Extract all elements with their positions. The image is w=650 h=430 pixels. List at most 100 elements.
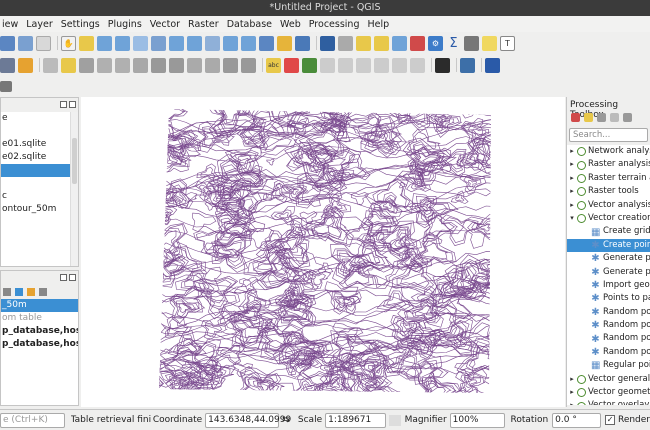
layer-row-selected[interactable]: [1, 164, 78, 177]
magnifier-field[interactable]: 100%: [449, 412, 505, 428]
label-abc-icon[interactable]: abc: [266, 57, 281, 73]
grid-plugin-icon[interactable]: [0, 81, 12, 92]
menu-database[interactable]: Database: [227, 19, 272, 30]
zoom-to-selection-icon[interactable]: [169, 35, 184, 51]
label-properties-icon[interactable]: [410, 57, 425, 73]
float-panel-icon[interactable]: [60, 274, 67, 281]
zoom-native-icon[interactable]: [205, 35, 220, 51]
toolbox-algorithm[interactable]: ✱Generate po: [567, 252, 650, 265]
statistical-summary-icon[interactable]: Σ: [446, 36, 461, 51]
identify-features-icon[interactable]: [320, 35, 335, 51]
scripts-icon[interactable]: [584, 113, 593, 122]
toolbox-group[interactable]: ▸ Vector analysis: [567, 199, 650, 212]
float-panel-icon[interactable]: [60, 101, 67, 108]
show-hide-labels-icon[interactable]: [338, 57, 353, 73]
gps-plugin-icon[interactable]: [435, 57, 450, 73]
zoom-last-icon[interactable]: [223, 35, 238, 51]
menu-settings[interactable]: Settings: [61, 19, 100, 30]
new-print-layout-icon[interactable]: [36, 35, 51, 51]
rotate-label-icon[interactable]: [374, 57, 389, 73]
locator-input[interactable]: e (Ctrl+K): [0, 412, 65, 428]
cut-features-icon[interactable]: [169, 57, 184, 73]
lock-scale-icon[interactable]: [388, 414, 401, 426]
zoom-rubberband-icon[interactable]: [133, 35, 148, 51]
toolbox-algorithm[interactable]: ✱ Import geot: [567, 279, 650, 292]
pan-to-selection-icon[interactable]: [79, 35, 94, 51]
zoom-full-icon[interactable]: [151, 35, 166, 51]
new-map-view-icon[interactable]: [259, 35, 274, 51]
close-panel-icon[interactable]: [69, 274, 76, 281]
toolbox-group[interactable]: ▸ Network analysi: [567, 145, 650, 158]
temporal-controller-icon[interactable]: [277, 35, 292, 51]
toggle-editing-icon[interactable]: [18, 57, 33, 73]
processing-toolbox-icon[interactable]: ⚙: [428, 35, 443, 51]
toolbox-group[interactable]: ▸ Vector geomet: [567, 386, 650, 399]
measure-icon[interactable]: [464, 35, 479, 51]
menu-web[interactable]: Web: [280, 19, 301, 30]
pencil-edit-icon[interactable]: [43, 57, 58, 73]
map-canvas[interactable]: [81, 97, 565, 407]
actions-icon[interactable]: [338, 35, 353, 51]
save-as-icon[interactable]: [18, 35, 33, 51]
refresh-icon[interactable]: [295, 35, 310, 51]
options-icon[interactable]: [623, 113, 632, 122]
text-annotation-icon[interactable]: T: [500, 35, 515, 51]
expand-arrow-icon[interactable]: ▸: [567, 199, 577, 212]
zoom-out-icon[interactable]: [115, 35, 130, 51]
pin-labels-icon[interactable]: [320, 57, 335, 73]
menu-help[interactable]: Help: [367, 19, 389, 30]
browser-row-selected[interactable]: _50m: [1, 299, 78, 312]
save-edits-icon[interactable]: [79, 57, 94, 73]
coordinate-toggle-icon[interactable]: ⇆: [282, 415, 294, 425]
map-tips-icon[interactable]: [482, 35, 497, 51]
browser-row[interactable]: p_database,host=...: [1, 325, 78, 338]
toolbox-search-input[interactable]: Search...: [569, 128, 648, 142]
modify-attributes-icon[interactable]: [133, 57, 148, 73]
toolbox-algorithm[interactable]: ✱ Create poin: [567, 238, 650, 253]
expand-arrow-icon[interactable]: ▸: [567, 386, 577, 399]
current-edits-icon[interactable]: [0, 57, 15, 73]
menu-plugins[interactable]: Plugins: [108, 19, 142, 30]
redo-icon[interactable]: [241, 57, 256, 73]
toolbox-algorithm[interactable]: ✱ Random po: [567, 306, 650, 319]
select-features-icon[interactable]: [356, 35, 371, 51]
menu-processing[interactable]: Processing: [309, 19, 360, 30]
toolbox-group[interactable]: ▾ Vector creation: [567, 212, 650, 225]
field-calculator-icon[interactable]: [410, 35, 425, 51]
results-icon[interactable]: [610, 113, 619, 122]
plugin-icon[interactable]: [485, 57, 500, 73]
toolbox-algorithm[interactable]: ✱ Random po: [567, 346, 650, 359]
layer-diagram-icon[interactable]: [302, 57, 317, 73]
pencil-icon[interactable]: [61, 57, 76, 73]
toolbox-algorithm[interactable]: ✱ Random po: [567, 319, 650, 332]
expand-arrow-icon[interactable]: ▾: [567, 212, 577, 225]
toolbox-group[interactable]: ▸ Vector overlay: [567, 399, 650, 405]
undo-icon[interactable]: [223, 57, 238, 73]
layer-row[interactable]: [1, 125, 78, 138]
layer-row[interactable]: c: [1, 190, 78, 203]
add-feature-icon[interactable]: [97, 57, 112, 73]
browser-row[interactable]: om table: [1, 312, 78, 325]
history-icon[interactable]: [597, 113, 606, 122]
menu-raster[interactable]: Raster: [188, 19, 219, 30]
deselect-icon[interactable]: [374, 35, 389, 51]
layer-row[interactable]: e01.sqlite: [1, 138, 78, 151]
layer-row[interactable]: ontour_50m: [1, 203, 78, 216]
layer-row[interactable]: [1, 177, 78, 190]
copy-features-icon[interactable]: [187, 57, 202, 73]
toolbox-group[interactable]: ▸ Raster tools: [567, 185, 650, 198]
zoom-next-icon[interactable]: [241, 35, 256, 51]
menu-layer[interactable]: Layer: [26, 19, 53, 30]
toolbox-group[interactable]: ▸ Vector general: [567, 373, 650, 386]
filter-icon[interactable]: [39, 288, 47, 296]
dropdown-icon[interactable]: [3, 288, 11, 296]
save-project-icon[interactable]: [0, 35, 15, 51]
attribute-table-icon[interactable]: [392, 35, 407, 51]
toolbox-algorithm[interactable]: ✱Generate po: [567, 266, 650, 279]
change-label-icon[interactable]: [392, 57, 407, 73]
expand-arrow-icon[interactable]: ▸: [567, 158, 577, 171]
folder-icon[interactable]: [27, 288, 35, 296]
zoom-in-icon[interactable]: [97, 35, 112, 51]
menu-view[interactable]: iew: [2, 19, 18, 30]
layers-scrollbar[interactable]: [70, 112, 78, 266]
